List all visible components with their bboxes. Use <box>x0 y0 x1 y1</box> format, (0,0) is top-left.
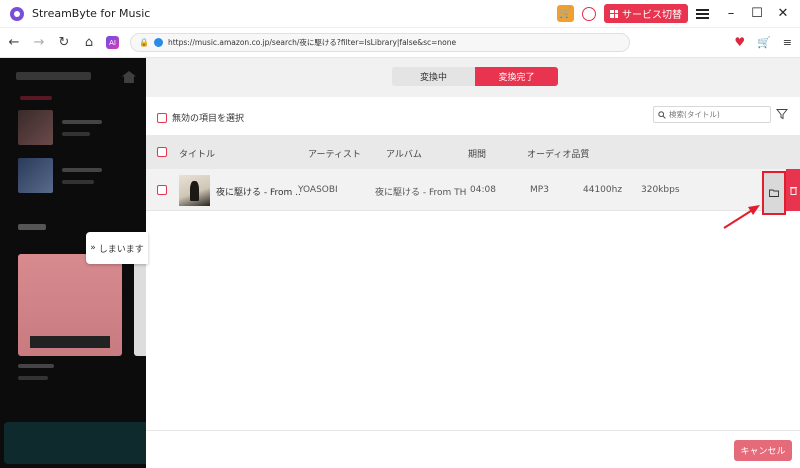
album-cover <box>179 175 210 206</box>
select-invalid-checkbox[interactable] <box>157 112 167 123</box>
url-text[interactable]: https://music.amazon.co.jp/search/夜に駆ける?… <box>168 37 456 48</box>
column-album[interactable]: アルバム <box>386 147 422 160</box>
track-title: 夜に駆ける - From ... <box>216 188 300 198</box>
search-box[interactable] <box>653 106 771 123</box>
address-bar[interactable]: 🔒 https://music.amazon.co.jp/search/夜に駆け… <box>130 33 630 52</box>
cancel-button[interactable]: キャンセル <box>734 440 792 461</box>
maximize-button[interactable]: ☐ <box>748 6 766 21</box>
web-home-icon <box>122 71 136 83</box>
folder-icon <box>769 189 779 197</box>
reload-button[interactable]: ↻ <box>53 35 75 50</box>
tab-converted[interactable]: 変換完了 <box>475 67 558 86</box>
table-header: タイトル アーティスト アルバム 期間 オーディオ品質 <box>146 135 800 169</box>
hide-panel-label: しまいます <box>98 244 144 255</box>
panel-footer: キャンセル <box>146 430 800 468</box>
track-sample-rate: 44100hz <box>583 185 623 195</box>
favorite-icon[interactable]: ♥ <box>734 35 745 49</box>
web-album-card <box>134 254 146 356</box>
service-switch-label: サービス切替 <box>622 10 682 21</box>
tab-area: 変換中 変換完了 <box>146 58 800 97</box>
column-title[interactable]: タイトル <box>179 147 215 160</box>
user-icon[interactable] <box>582 6 596 21</box>
track-format: MP3 <box>530 185 549 195</box>
double-chevron-icon: » <box>90 243 96 253</box>
service-switch-button[interactable]: サービス切替 <box>604 4 688 23</box>
minimize-button[interactable]: – <box>722 6 740 21</box>
track-artist: YOASOBI <box>298 185 338 195</box>
hide-panel-button[interactable]: » しまいます <box>86 232 148 264</box>
web-text-line <box>62 180 94 184</box>
web-text-line <box>62 132 90 136</box>
delete-button[interactable] <box>786 169 800 211</box>
track-duration: 04:08 <box>470 185 496 195</box>
grid-icon <box>610 9 618 18</box>
selection-toolbar: 無効の項目を選択 <box>146 97 800 135</box>
site-icon <box>153 38 163 47</box>
web-thumbnail <box>18 110 53 145</box>
select-all-checkbox[interactable] <box>157 147 167 157</box>
row-checkbox[interactable] <box>157 185 167 195</box>
web-subtitle <box>20 96 52 100</box>
web-text-line <box>62 168 102 172</box>
search-input[interactable] <box>669 110 765 119</box>
home-button[interactable]: ⌂ <box>78 35 100 50</box>
web-text-line <box>18 364 54 368</box>
web-album-card <box>18 254 122 356</box>
web-thumbnail <box>18 158 53 193</box>
cart-icon[interactable]: 🛒 <box>557 5 574 22</box>
track-album: 夜に駆ける - From TH... <box>375 188 467 198</box>
open-folder-button[interactable] <box>762 171 786 215</box>
converter-panel: 変換中 変換完了 無効の項目を選択 タイトル アーティスト アルバム 期間 オー… <box>146 58 800 468</box>
ai-icon[interactable]: AI <box>106 36 119 49</box>
track-bitrate: 320kbps <box>641 185 680 195</box>
select-invalid-label: 無効の項目を選択 <box>172 114 245 124</box>
web-text-line <box>18 376 48 380</box>
select-invalid-option[interactable]: 無効の項目を選択 <box>157 111 244 124</box>
table-row[interactable]: 夜に駆ける - From ... YOASOBI 夜に駆ける - From TH… <box>146 169 800 215</box>
column-audio-quality[interactable]: オーディオ品質 <box>527 147 589 160</box>
lock-icon: 🔒 <box>139 38 149 47</box>
trash-icon <box>789 186 797 195</box>
column-duration[interactable]: 期間 <box>468 147 486 160</box>
status-tabs: 変換中 変換完了 <box>392 67 558 86</box>
cart-nav-icon[interactable]: 🛒 <box>757 36 771 49</box>
app-title: StreamByte for Music <box>32 7 151 20</box>
amazon-music-logo <box>16 72 91 80</box>
column-artist[interactable]: アーティスト <box>308 147 361 160</box>
browser-nav-bar: ← → ↻ ⌂ AI 🔒 https://music.amazon.co.jp/… <box>0 28 800 58</box>
filter-icon[interactable] <box>776 108 788 120</box>
forward-button[interactable]: → <box>28 35 50 50</box>
queue-icon[interactable]: ≡ <box>783 36 792 49</box>
title-bar: StreamByte for Music 🛒 サービス切替 – ☐ ✕ <box>0 0 800 28</box>
app-logo-icon <box>10 6 24 21</box>
menu-button[interactable] <box>696 8 714 19</box>
web-text-line <box>62 120 102 124</box>
web-banner <box>4 422 146 464</box>
web-section-heading <box>18 224 46 230</box>
search-icon <box>658 110 666 119</box>
back-button[interactable]: ← <box>3 35 25 50</box>
tab-converting[interactable]: 変換中 <box>392 67 475 86</box>
close-button[interactable]: ✕ <box>774 6 792 21</box>
hamburger-icon <box>696 8 709 19</box>
